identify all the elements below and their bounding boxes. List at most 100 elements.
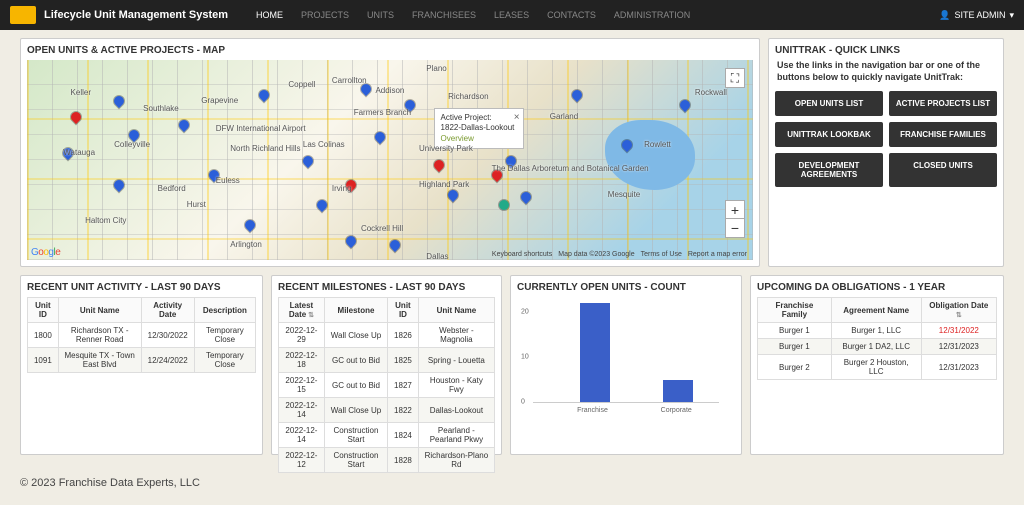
map-pin[interactable] <box>301 154 315 168</box>
map-label: Southlake <box>143 104 179 113</box>
cell: Burger 1, LLC <box>831 323 921 339</box>
cell: Houston - Katy Fwy <box>418 373 494 398</box>
map-pin[interactable] <box>112 94 126 108</box>
nav-leases[interactable]: LEASES <box>486 4 537 26</box>
cell: Burger 1 <box>758 339 832 355</box>
cell: 1825 <box>388 348 419 373</box>
map-label: DFW International Airport <box>216 124 306 133</box>
fullscreen-button[interactable]: ⛶ <box>725 68 745 88</box>
col-header[interactable]: Agreement Name <box>831 298 921 323</box>
table-row[interactable]: 2022-12-14Wall Close Up1822Dallas-Lookou… <box>279 398 495 423</box>
map-pin[interactable] <box>569 88 583 102</box>
map-pin[interactable] <box>344 234 358 248</box>
zoom-in-button[interactable]: + <box>726 201 744 219</box>
ql-unittrak-lookbak[interactable]: UNITTRAK LOOKBAK <box>775 122 883 147</box>
nav-contacts[interactable]: CONTACTS <box>539 4 604 26</box>
col-header[interactable]: Unit ID <box>28 298 59 323</box>
map-label: Cockrell Hill <box>361 224 403 233</box>
col-header[interactable]: Unit Name <box>58 298 141 323</box>
app-title: Lifecycle Unit Management System <box>44 9 228 21</box>
col-header[interactable]: Latest Date <box>279 298 325 323</box>
bar <box>663 380 693 403</box>
table-row[interactable]: 2022-12-18GC out to Bid1825Spring - Loue… <box>279 348 495 373</box>
nav-administration[interactable]: ADMINISTRATION <box>606 4 698 26</box>
table-row[interactable]: 1091Mesquite TX - Town East Blvd12/24/20… <box>28 348 256 373</box>
table-row[interactable]: 2022-12-12Construction Start1828Richards… <box>279 448 495 473</box>
col-header[interactable]: Unit ID <box>388 298 419 323</box>
ql-active-projects-list[interactable]: ACTIVE PROJECTS LIST <box>889 91 997 116</box>
table-row[interactable]: 1800Richardson TX - Renner Road12/30/202… <box>28 323 256 348</box>
lake-shape <box>605 120 695 190</box>
map-canvas[interactable]: × Active Project: 1822-Dallas-Lookout Ov… <box>27 60 753 260</box>
open-units-chart: 01020FranchiseCorporate <box>533 303 719 403</box>
map-pin[interactable] <box>678 98 692 112</box>
map-pin[interactable] <box>243 218 257 232</box>
cell: 12/31/2023 <box>921 355 996 380</box>
map-footer-link[interactable]: Keyboard shortcuts <box>492 251 552 258</box>
map-pin[interactable] <box>499 200 509 210</box>
ql-development-agreements[interactable]: DEVELOPMENT AGREEMENTS <box>775 153 883 187</box>
caret-down-icon: ▾ <box>1009 10 1014 21</box>
col-header[interactable]: Unit Name <box>418 298 494 323</box>
map-pin[interactable] <box>315 198 329 212</box>
map-pin[interactable] <box>68 110 82 124</box>
table-row[interactable]: Burger 1Burger 1, LLC12/31/2022 <box>758 323 997 339</box>
table-row[interactable]: Burger 1Burger 1 DA2, LLC12/31/2023 <box>758 339 997 355</box>
close-icon[interactable]: × <box>514 111 520 124</box>
col-header[interactable]: Franchise Family <box>758 298 832 323</box>
map-label: Addison <box>375 86 404 95</box>
ql-closed-units[interactable]: CLOSED UNITS <box>889 153 997 187</box>
map-pin[interactable] <box>446 188 460 202</box>
user-menu[interactable]: 👤 SITE ADMIN ▾ <box>939 10 1014 21</box>
map-pin[interactable] <box>112 178 126 192</box>
cell: 12/30/2022 <box>141 323 194 348</box>
zoom-out-button[interactable]: − <box>726 219 744 237</box>
popup-overview-link[interactable]: Overview <box>441 134 517 144</box>
cell: Wall Close Up <box>324 323 387 348</box>
map-pin[interactable] <box>431 158 445 172</box>
ql-franchise-families[interactable]: FRANCHISE FAMILIES <box>889 122 997 147</box>
cell: Wall Close Up <box>324 398 387 423</box>
map-footer-link[interactable]: Map data ©2023 Google <box>558 251 634 258</box>
col-header[interactable]: Activity Date <box>141 298 194 323</box>
table-row[interactable]: 2022-12-14Construction Start1824Pearland… <box>279 423 495 448</box>
col-header[interactable]: Obligation Date <box>921 298 996 323</box>
cell: 1827 <box>388 373 419 398</box>
cell: Mesquite TX - Town East Blvd <box>58 348 141 373</box>
col-header[interactable]: Milestone <box>324 298 387 323</box>
quicklinks-panel: UNITTRAK - QUICK LINKS Use the links in … <box>768 38 1004 267</box>
cell: Webster - Magnolia <box>418 323 494 348</box>
map-pin[interactable] <box>373 130 387 144</box>
cell: Burger 2 Houston, LLC <box>831 355 921 380</box>
map-footer-link[interactable]: Terms of Use <box>641 251 682 258</box>
ql-open-units-list[interactable]: OPEN UNITS LIST <box>775 91 883 116</box>
nav-franchisees[interactable]: FRANCHISEES <box>404 4 484 26</box>
map-footer-link[interactable]: Report a map error <box>688 251 747 258</box>
nav-home[interactable]: HOME <box>248 4 291 26</box>
map-label: Colleyville <box>114 140 150 149</box>
cell: Dallas-Lookout <box>418 398 494 423</box>
navbar: Lifecycle Unit Management System HOMEPRO… <box>0 0 1024 30</box>
map-popup: × Active Project: 1822-Dallas-Lookout Ov… <box>434 108 524 149</box>
map-pin[interactable] <box>519 190 533 204</box>
col-header[interactable]: Description <box>194 298 255 323</box>
cell: 2022-12-14 <box>279 423 325 448</box>
map-pin[interactable] <box>257 88 271 102</box>
map-pin[interactable] <box>388 238 402 252</box>
table-row[interactable]: 2022-12-29Wall Close Up1826Webster - Mag… <box>279 323 495 348</box>
map-label: North Richland Hills <box>230 144 300 153</box>
cell: GC out to Bid <box>324 348 387 373</box>
cell: GC out to Bid <box>324 373 387 398</box>
table-row[interactable]: Burger 2Burger 2 Houston, LLC12/31/2023 <box>758 355 997 380</box>
user-icon: 👤 <box>939 10 950 21</box>
nav-projects[interactable]: PROJECTS <box>293 4 357 26</box>
open-units-panel: CURRENTLY OPEN UNITS - COUNT 01020Franch… <box>510 275 742 455</box>
nav-units[interactable]: UNITS <box>359 4 402 26</box>
cell: 12/31/2023 <box>921 339 996 355</box>
map-label: Keller <box>71 88 91 97</box>
popup-line: 1822-Dallas-Lookout <box>441 123 517 133</box>
map-pin[interactable] <box>177 118 191 132</box>
table-row[interactable]: 2022-12-15GC out to Bid1827Houston - Kat… <box>279 373 495 398</box>
nav-list: HOMEPROJECTSUNITSFRANCHISEESLEASESCONTAC… <box>248 4 698 26</box>
map-label: Bedford <box>158 184 186 193</box>
